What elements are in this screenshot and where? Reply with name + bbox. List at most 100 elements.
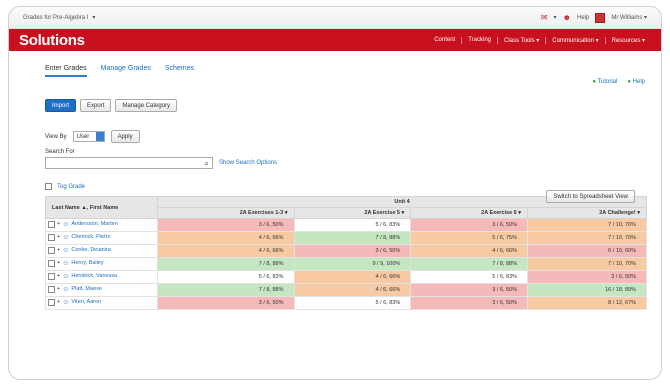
grade-cell[interactable]: 7 / 10, 70% (527, 257, 647, 271)
tab-schemes[interactable]: Schemes (165, 65, 194, 77)
user-icon: ☺ (62, 220, 70, 228)
grade-column-header[interactable]: 2A Exercise 6 ▾ (410, 207, 529, 219)
tab-enter-grades[interactable]: Enter Grades (45, 65, 87, 77)
apply-button[interactable]: Apply (110, 130, 140, 143)
nav-item-tracking[interactable]: Tracking (461, 36, 497, 44)
manage-category-button[interactable]: Manage Category (115, 99, 178, 112)
grade-cell[interactable]: 5 / 6, 83% (293, 296, 412, 310)
student-name-link[interactable]: Hendrick, Vanessa (71, 273, 117, 279)
row-checkbox[interactable] (48, 246, 55, 254)
grade-cell[interactable]: 7 / 8, 88% (157, 283, 295, 297)
grade-cell[interactable]: 4 / 6, 66% (157, 244, 295, 258)
table-row: + ☺ Viteri, Aaron 3 / 6, 50% 5 / 6, 83% 3 / 6… (45, 296, 647, 310)
expand-icon[interactable]: + (57, 286, 60, 292)
view-by-row: View By User Apply (45, 130, 625, 143)
row-checkbox[interactable] (48, 298, 55, 306)
help-label: Help (632, 79, 645, 85)
grade-cell[interactable]: 7 / 8, 88% (293, 231, 412, 245)
row-checkbox[interactable] (48, 272, 55, 280)
student-cell: + ☺ Platt, Maeve (45, 283, 158, 297)
expand-icon[interactable]: + (57, 299, 60, 305)
student-name-link[interactable]: Chernick, Pietro (71, 234, 110, 240)
row-checkbox[interactable] (48, 285, 55, 293)
grade-cell[interactable]: 3 / 6, 50% (157, 296, 295, 310)
action-buttons: Import Export Manage Category (45, 99, 625, 112)
help-link[interactable]: Help (577, 15, 589, 21)
expand-icon[interactable]: + (57, 221, 60, 227)
nav-item-content[interactable]: Content (428, 37, 461, 44)
student-name-link[interactable]: Viteri, Aaron (71, 299, 101, 305)
grade-cell[interactable]: 4 / 6, 66% (157, 231, 295, 245)
grade-cell[interactable]: 8 / 12, 67% (527, 296, 647, 310)
table-row: + ☺ Chernick, Pietro 4 / 6, 66% 7 / 8, 88% 5 … (45, 231, 647, 245)
search-icon[interactable]: ⌕ (205, 159, 209, 169)
grade-cell[interactable]: 16 / 18, 89% (527, 283, 647, 297)
grade-cell[interactable]: 3 / 6, 50% (293, 244, 412, 258)
main-nav: Solutions Content Tracking Class Tools ▾… (9, 29, 661, 51)
toggle-grade-link[interactable]: Tog Grade (57, 184, 85, 190)
row-checkbox[interactable] (48, 233, 55, 241)
grade-column-header[interactable]: 2A Challenge! ▾ (527, 207, 647, 219)
student-cell: + ☺ Hendrick, Vanessa (45, 270, 158, 284)
grade-cell[interactable]: 7 / 10, 70% (527, 218, 647, 232)
grade-cell[interactable]: 5 / 6, 83% (410, 270, 529, 284)
grade-cell[interactable]: 3 / 6, 50% (527, 270, 647, 284)
student-name-link[interactable]: Platt, Maeve (71, 286, 102, 292)
table-row: + ☺ Henry, Bailey 7 / 8, 88% 9 / 9, 100% 7 / … (45, 257, 647, 271)
grade-column-header[interactable]: 2A Exercise 5 ▾ (293, 207, 412, 219)
grade-cell[interactable]: 7 / 8, 88% (410, 257, 529, 271)
grade-cell[interactable]: 4 / 6, 66% (293, 270, 412, 284)
brand-logo[interactable]: Solutions (19, 32, 85, 49)
expand-icon[interactable]: + (57, 260, 60, 266)
grade-cell[interactable]: 7 / 10, 70% (527, 231, 647, 245)
tab-manage-grades[interactable]: Manage Grades (101, 65, 151, 77)
student-cell: + ☺ Cooke, Deianira (45, 244, 158, 258)
search-options-link[interactable]: Show Search Options (219, 160, 277, 166)
expand-icon[interactable]: + (57, 247, 60, 253)
search-input[interactable]: ⌕ (45, 157, 213, 169)
user-menu[interactable]: Mr Williams ▾ (611, 14, 647, 21)
view-by-label: View By (45, 133, 67, 140)
student-cell: + ☺ Henry, Bailey (45, 257, 158, 271)
nav-item-resources[interactable]: Resources ▾ (604, 36, 651, 44)
student-name-link[interactable]: Andersson, Marten (71, 221, 117, 227)
user-icon: ☺ (62, 233, 70, 241)
grade-column-header[interactable]: 2A Exercises 1-3 ▾ (157, 207, 295, 219)
nav-item-communication[interactable]: Communication ▾ (545, 36, 604, 44)
student-name-link[interactable]: Henry, Bailey (71, 260, 103, 266)
people-icon[interactable]: ☻ (563, 13, 571, 22)
grade-cell[interactable]: 5 / 6, 83% (293, 218, 412, 232)
student-name-link[interactable]: Cooke, Deianira (71, 247, 110, 253)
nav-item-class-tools[interactable]: Class Tools ▾ (497, 36, 545, 44)
tutorial-link[interactable]: ● Tutorial (592, 79, 617, 85)
grade-cell[interactable]: 9 / 9, 100% (293, 257, 412, 271)
select-all-checkbox[interactable] (45, 183, 52, 190)
grade-cell[interactable]: 3 / 6, 50% (157, 218, 295, 232)
export-button[interactable]: Export (80, 99, 112, 112)
mail-menu-caret[interactable]: ▾ (554, 14, 557, 21)
course-selector[interactable]: Grades for Pre-Algebra I ▾ (23, 14, 95, 22)
switch-view-button[interactable]: Switch to Spreadsheet View (546, 190, 635, 203)
grade-cell[interactable]: 3 / 6, 50% (410, 296, 529, 310)
grade-cell[interactable]: 3 / 6, 50% (410, 283, 529, 297)
mail-icon[interactable]: ✉ (541, 13, 548, 22)
grade-cell[interactable]: 4 / 6, 66% (293, 283, 412, 297)
expand-icon[interactable]: + (57, 234, 60, 240)
avatar[interactable] (595, 12, 606, 23)
expand-icon[interactable]: + (57, 273, 60, 279)
grade-cell[interactable]: 3 / 6, 50% (410, 218, 529, 232)
nav-menu: Content Tracking Class Tools ▾ Communica… (428, 36, 651, 44)
grade-cell[interactable]: 5 / 6, 75% (410, 231, 529, 245)
grade-cell[interactable]: 5 / 6, 83% (157, 270, 295, 284)
grade-tabs: Enter Grades Manage Grades Schemes (45, 65, 625, 77)
grade-cell[interactable]: 6 / 10, 60% (527, 244, 647, 258)
view-by-select[interactable]: User (72, 131, 105, 142)
help-page-link[interactable]: ● Help (627, 79, 645, 85)
row-checkbox[interactable] (48, 220, 55, 228)
row-checkbox[interactable] (48, 259, 55, 267)
name-column-header[interactable]: Last Name ▲, First Name (45, 196, 158, 219)
grade-cell[interactable]: 7 / 8, 88% (157, 257, 295, 271)
table-row: + ☺ Platt, Maeve 7 / 8, 88% 4 / 6, 66% 3 / 6,… (45, 283, 647, 297)
import-button[interactable]: Import (45, 99, 77, 112)
grade-cell[interactable]: 4 / 6, 66% (410, 244, 529, 258)
